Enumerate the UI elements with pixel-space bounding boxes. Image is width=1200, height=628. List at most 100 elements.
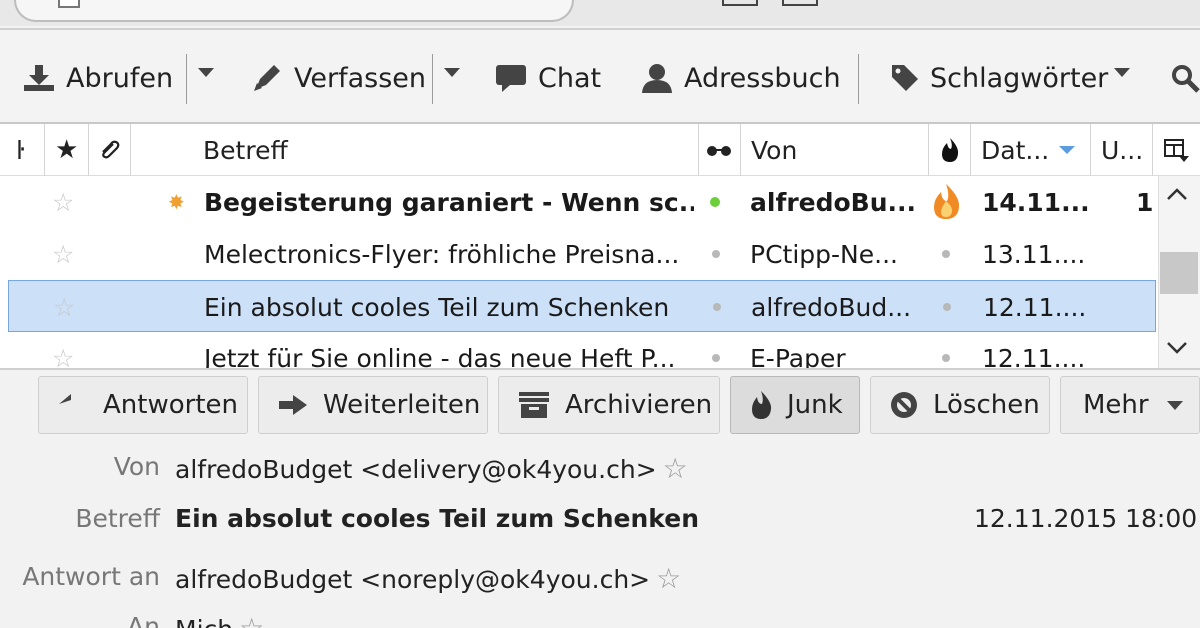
chat-button[interactable]: Chat [494, 56, 601, 100]
verfassen-label: Verfassen [294, 62, 426, 94]
adressbuch-button[interactable]: Adressbuch [640, 56, 841, 100]
mail-toolbar: Abrufen Verfassen Chat Adressbuch Schlag… [0, 28, 1200, 124]
junk-status-dot[interactable] [942, 228, 950, 280]
abrufen-label: Abrufen [66, 62, 174, 94]
search-button[interactable] [1170, 56, 1200, 100]
toolbar-separator [432, 54, 433, 104]
junk-button[interactable]: Junk [730, 376, 860, 434]
abrufen-dropdown-icon[interactable] [198, 68, 214, 77]
message-actions-bar: Antworten Weiterleiten Archivieren Junk … [0, 368, 1200, 436]
message-date-full: 12.11.2015 18:00 [974, 504, 1198, 533]
message-subject: Ein absolut cooles Teil zum Schenken [204, 292, 670, 322]
forward-arrow-icon [279, 395, 307, 415]
paperclip-icon [102, 140, 120, 159]
message-row[interactable]: ☆ Jetzt für Sie online - das neue Heft P… [0, 332, 1158, 369]
junk-column-header[interactable] [928, 124, 970, 176]
ungelesen-header-label: U... [1101, 135, 1144, 165]
read-column-header[interactable] [698, 124, 740, 176]
thread-icon: ŀ [16, 135, 25, 165]
scroll-down-icon[interactable] [1166, 340, 1188, 360]
von-address[interactable]: alfredoBudget <delivery@ok4you.ch> [175, 455, 657, 484]
betreff-label: Betreff [75, 504, 160, 533]
junk-status-dot[interactable] [943, 281, 951, 333]
star-icon[interactable]: ☆ [52, 176, 74, 228]
tab-strip [0, 0, 1200, 26]
loeschen-button[interactable]: Löschen [870, 376, 1050, 434]
antwort-an-value[interactable]: alfredoBudget <noreply@ok4you.ch> ☆ [175, 562, 681, 595]
column-picker[interactable] [1152, 124, 1200, 176]
add-contact-star-icon[interactable]: ☆ [239, 612, 264, 628]
thread-column-header[interactable]: ŀ [0, 124, 44, 176]
message-from: alfredoBud... [751, 292, 912, 322]
message-unread-count: 1 [1136, 187, 1154, 217]
von-value[interactable]: alfredoBudget <delivery@ok4you.ch> ☆ [175, 452, 688, 485]
antworten-label: Antworten [103, 390, 238, 420]
read-status-dot[interactable] [713, 281, 721, 333]
antwort-an-label: Antwort an [22, 562, 160, 591]
read-status-dot[interactable] [712, 228, 720, 280]
add-contact-star-icon[interactable]: ☆ [656, 562, 681, 595]
antworten-button[interactable]: Antworten [38, 376, 248, 434]
schlagwoerter-button[interactable]: Schlagwörter [890, 56, 1108, 100]
datum-column-header[interactable]: Dat... [970, 124, 1090, 176]
mail-tab-icon [58, 0, 80, 8]
delete-circle-icon [891, 392, 917, 418]
star-icon[interactable]: ☆ [52, 332, 74, 369]
star-icon[interactable]: ☆ [53, 281, 75, 333]
download-icon [24, 65, 54, 91]
toolbar-separator [186, 54, 187, 104]
reply-icon [59, 394, 71, 404]
verfassen-button[interactable]: Verfassen [252, 56, 426, 100]
scroll-up-icon[interactable] [1166, 186, 1188, 206]
an-label: An [127, 612, 160, 628]
abrufen-button[interactable]: Abrufen [22, 56, 173, 100]
von-label: Von [113, 452, 160, 481]
archivieren-button[interactable]: Archivieren [498, 376, 720, 434]
adressbuch-label: Adressbuch [684, 62, 841, 94]
tab-mail[interactable] [14, 0, 574, 22]
betreff-column-header[interactable]: Betreff [130, 124, 698, 176]
message-row[interactable]: ☆ ✸ Begeisterung garaniert - Wenn sc... … [0, 176, 1158, 228]
message-row-selected[interactable]: ☆ Ein absolut cooles Teil zum Schenken a… [8, 280, 1156, 332]
ungelesen-column-header[interactable]: U... [1090, 124, 1152, 176]
star-column-header[interactable]: ★ [44, 124, 88, 176]
junk-label: Junk [787, 390, 843, 420]
an-address[interactable]: Mich [175, 615, 233, 628]
an-value[interactable]: Mich ☆ [175, 612, 264, 628]
mehr-dropdown-icon [1166, 400, 1183, 410]
mehr-button[interactable]: Mehr [1060, 376, 1200, 434]
add-contact-star-icon[interactable]: ☆ [663, 452, 688, 485]
glasses-icon [707, 146, 731, 156]
betreff-value: Ein absolut cooles Teil zum Schenken [175, 504, 699, 533]
junk-status-dot[interactable] [942, 332, 950, 368]
sort-descending-icon [1059, 146, 1076, 154]
tasks-tab-icon[interactable] [782, 0, 818, 6]
von-column-header[interactable]: Von [740, 124, 928, 176]
message-row[interactable]: ☆ Melectronics-Flyer: fröhliche Preisna.… [0, 228, 1158, 280]
message-from: PCtipp-Ne... [750, 239, 898, 269]
von-header-label: Von [751, 135, 798, 165]
message-subject: Jetzt für Sie online - das neue Heft P..… [204, 343, 676, 369]
antwort-an-address[interactable]: alfredoBudget <noreply@ok4you.ch> [175, 565, 650, 594]
message-subject: Begeisterung garaniert - Wenn sc... [204, 187, 694, 217]
person-icon [642, 64, 672, 93]
mehr-label: Mehr [1083, 390, 1149, 420]
scrollbar-thumb[interactable] [1160, 252, 1198, 294]
datum-header-label: Dat... [981, 135, 1050, 165]
archive-box-icon [519, 392, 549, 418]
message-from: E-Paper [750, 343, 846, 369]
message-list-header: ŀ ★ Betreff Von Dat... U... [0, 124, 1200, 176]
junk-flame-icon[interactable] [930, 176, 962, 228]
message-date: 12.11.... [982, 343, 1086, 369]
column-picker-icon [1164, 139, 1189, 162]
message-from: alfredoBu... [750, 187, 917, 217]
read-status-dot[interactable] [712, 332, 720, 368]
calendar-tab-icon[interactable] [722, 0, 758, 6]
weiterleiten-button[interactable]: Weiterleiten [258, 376, 488, 434]
star-icon[interactable]: ☆ [52, 228, 74, 280]
message-date: 13.11.... [982, 239, 1086, 269]
read-status-dot[interactable] [710, 176, 720, 228]
attachment-column-header[interactable] [88, 124, 130, 176]
verfassen-dropdown-icon[interactable] [444, 68, 460, 77]
schlagwoerter-dropdown-icon[interactable] [1114, 68, 1130, 77]
